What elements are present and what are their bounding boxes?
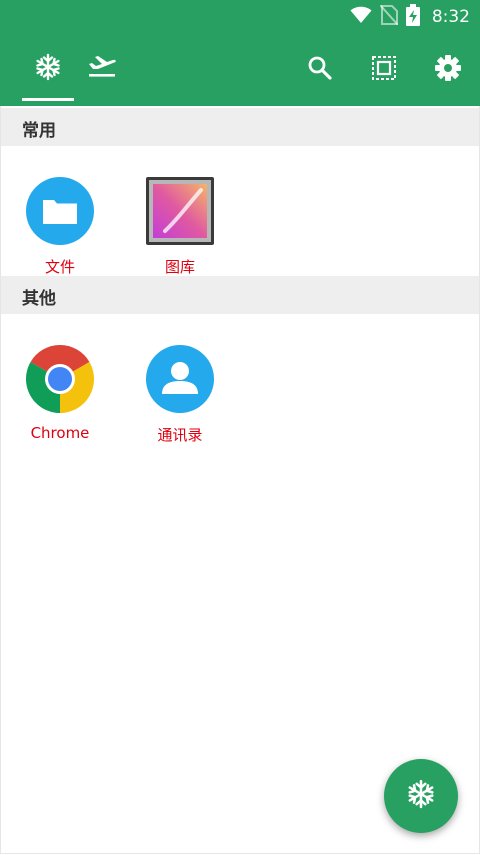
- section-header-other: 其他: [0, 276, 480, 314]
- settings-gear-icon: [434, 54, 462, 86]
- tab-frozen[interactable]: [28, 52, 68, 86]
- search-button[interactable]: [302, 52, 338, 88]
- battery-charging-icon: [405, 4, 420, 30]
- select-all-icon: [371, 55, 397, 85]
- search-icon: [307, 55, 333, 85]
- freeze-fab-button[interactable]: [384, 759, 458, 833]
- tab-airplane[interactable]: [82, 52, 122, 86]
- no-sim-icon: [379, 4, 399, 29]
- files-folder-icon: [25, 176, 95, 246]
- chrome-icon: [25, 344, 95, 414]
- section-header-common: 常用: [0, 108, 480, 146]
- app-label: 通讯录: [157, 426, 203, 444]
- app-label: 图库: [164, 258, 195, 276]
- select-all-button[interactable]: [366, 52, 402, 88]
- app-item-contacts[interactable]: 通讯录: [130, 344, 230, 454]
- settings-button[interactable]: [430, 52, 466, 88]
- app-bar: 8:32: [0, 0, 480, 106]
- tab-indicator: [22, 98, 74, 101]
- section-title: 常用: [22, 121, 56, 141]
- snowflake-icon: [34, 53, 62, 85]
- app-label: 文件: [44, 258, 75, 276]
- status-bar: 8:32: [0, 0, 480, 34]
- app-item-gallery[interactable]: 图库: [130, 176, 230, 286]
- app-item-files[interactable]: 文件: [10, 176, 110, 286]
- status-icons: 8:32: [350, 4, 470, 30]
- airplane-icon: [87, 54, 117, 84]
- section-title: 其他: [22, 289, 56, 309]
- snowflake-icon: [406, 779, 436, 813]
- app-label: Chrome: [30, 424, 90, 442]
- app-item-chrome[interactable]: Chrome: [10, 344, 110, 454]
- gallery-icon: [145, 176, 215, 246]
- contacts-icon: [145, 344, 215, 414]
- status-time: 8:32: [431, 7, 470, 27]
- wifi-icon: [350, 6, 372, 28]
